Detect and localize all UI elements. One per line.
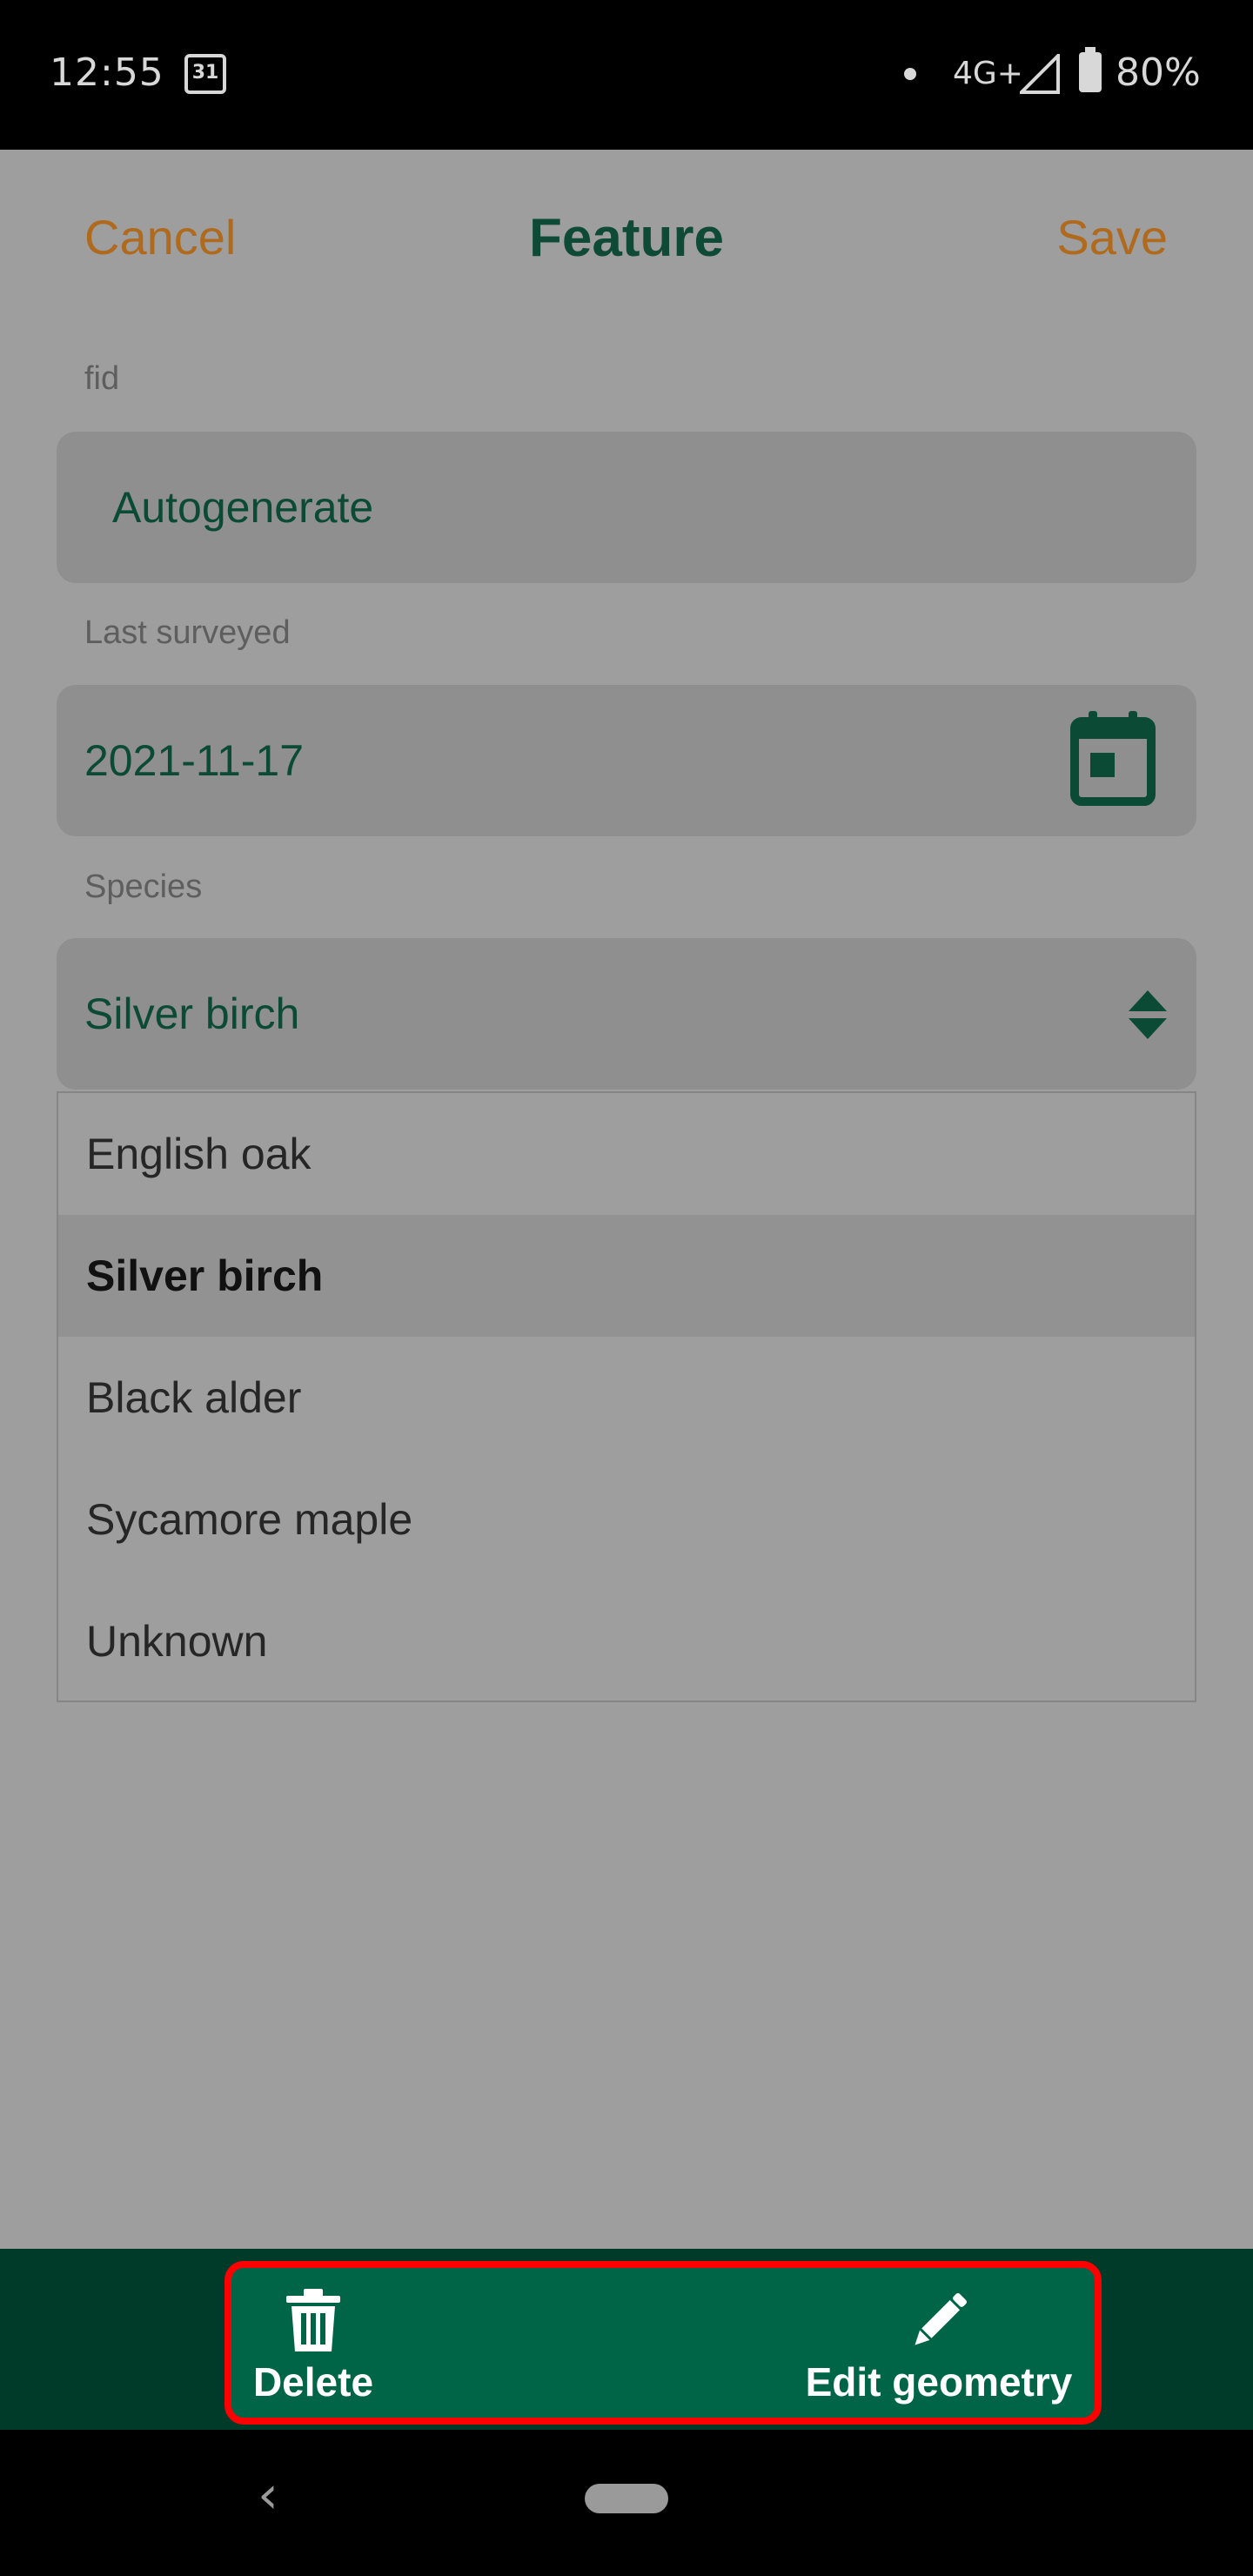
edit-geometry-label: Edit geometry [805, 2359, 1073, 2405]
calendar-icon[interactable] [1069, 709, 1156, 807]
battery-percent: 80% [1116, 50, 1201, 95]
battery-icon [1079, 47, 1102, 92]
species-option[interactable]: English oak [58, 1093, 1195, 1215]
up-down-icon [1129, 990, 1167, 1039]
home-pill-icon[interactable] [585, 2484, 668, 2513]
last-surveyed-value: 2021-11-17 [84, 736, 305, 785]
species-select[interactable]: Silver birch [57, 938, 1196, 1090]
save-button[interactable]: Save [1056, 209, 1168, 265]
last-surveyed-label: Last surveyed [84, 614, 291, 651]
last-surveyed-field[interactable]: 2021-11-17 [57, 685, 1196, 836]
fid-field[interactable]: Autogenerate [57, 432, 1196, 583]
calendar-day: 31 [191, 62, 219, 84]
species-option[interactable]: Black alder [58, 1337, 1195, 1459]
fid-label: fid [84, 360, 120, 397]
status-bar: 12:55 31 4G+ 80% [0, 0, 1253, 150]
pencil-icon [915, 2293, 967, 2345]
species-option[interactable]: Sycamore maple [58, 1459, 1195, 1580]
back-icon[interactable]: ‹ [258, 2465, 278, 2526]
species-option-selected[interactable]: Silver birch [58, 1215, 1195, 1337]
species-option[interactable]: Unknown [58, 1580, 1195, 1702]
network-type: 4G+ [953, 56, 1023, 91]
fid-value: Autogenerate [112, 483, 374, 532]
system-nav-bar: ‹ [0, 2430, 1253, 2576]
status-time: 12:55 [50, 50, 164, 95]
delete-button[interactable]: Delete [245, 2289, 381, 2405]
edit-geometry-button[interactable]: Edit geometry [801, 2289, 1077, 2405]
species-value: Silver birch [84, 989, 300, 1038]
delete-label: Delete [252, 2359, 374, 2405]
notification-dot-icon [904, 68, 916, 80]
species-dropdown: English oak Silver birch Black alder Syc… [57, 1091, 1196, 1702]
trash-icon [286, 2289, 340, 2351]
species-label: Species [84, 869, 203, 905]
calendar-notification-icon: 31 [184, 54, 226, 94]
signal-icon [1020, 54, 1060, 94]
